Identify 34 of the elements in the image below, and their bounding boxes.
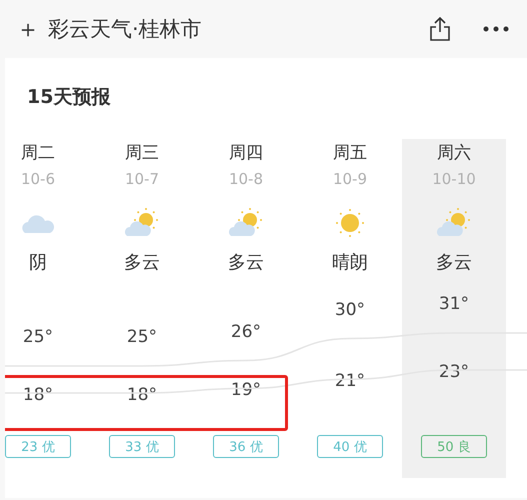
aqi-badge: 36 优 (213, 435, 279, 458)
date-label: 10-9 (332, 169, 368, 190)
card-title: 15天预报 (26, 85, 112, 110)
high-temperature: 25° (126, 326, 158, 348)
condition-label: 阴 (29, 251, 47, 275)
high-temperature: 31° (438, 293, 470, 315)
more-icon (483, 26, 509, 32)
add-icon[interactable]: ＋ (16, 17, 40, 41)
aqi-badge: 50 良 (421, 435, 487, 458)
sun-behind-cloud-icon (125, 207, 159, 239)
weekday-label: 周五 (333, 142, 367, 165)
window-title: 彩云天气·桂林市 (48, 16, 203, 43)
sun-icon (334, 207, 366, 239)
weekday-label: 周三 (125, 142, 159, 165)
aqi-badge: 40 优 (317, 435, 383, 458)
date-label: 10-6 (20, 169, 56, 190)
date-label: 10-7 (124, 169, 160, 190)
weekday-label: 周六 (437, 142, 471, 165)
weekday-label: 周四 (229, 142, 263, 165)
high-temperature: 25° (22, 326, 54, 348)
weekday-label: 周二 (21, 142, 55, 165)
condition-label: 多云 (228, 251, 264, 275)
date-label: 10-8 (228, 169, 264, 190)
sun-behind-cloud-icon (229, 207, 263, 239)
condition-label: 晴朗 (332, 251, 368, 275)
high-temperature: 30° (334, 298, 366, 320)
high-temperature: 26° (230, 320, 262, 342)
aqi-badge: 33 优 (109, 435, 175, 458)
date-label: 10-10 (432, 169, 476, 190)
sun-behind-cloud-icon (437, 207, 471, 239)
aqi-badge: 23 优 (5, 435, 71, 458)
condition-label: 多云 (124, 251, 160, 275)
low-temperature: 21° (334, 370, 366, 392)
condition-label: 多云 (436, 251, 472, 275)
